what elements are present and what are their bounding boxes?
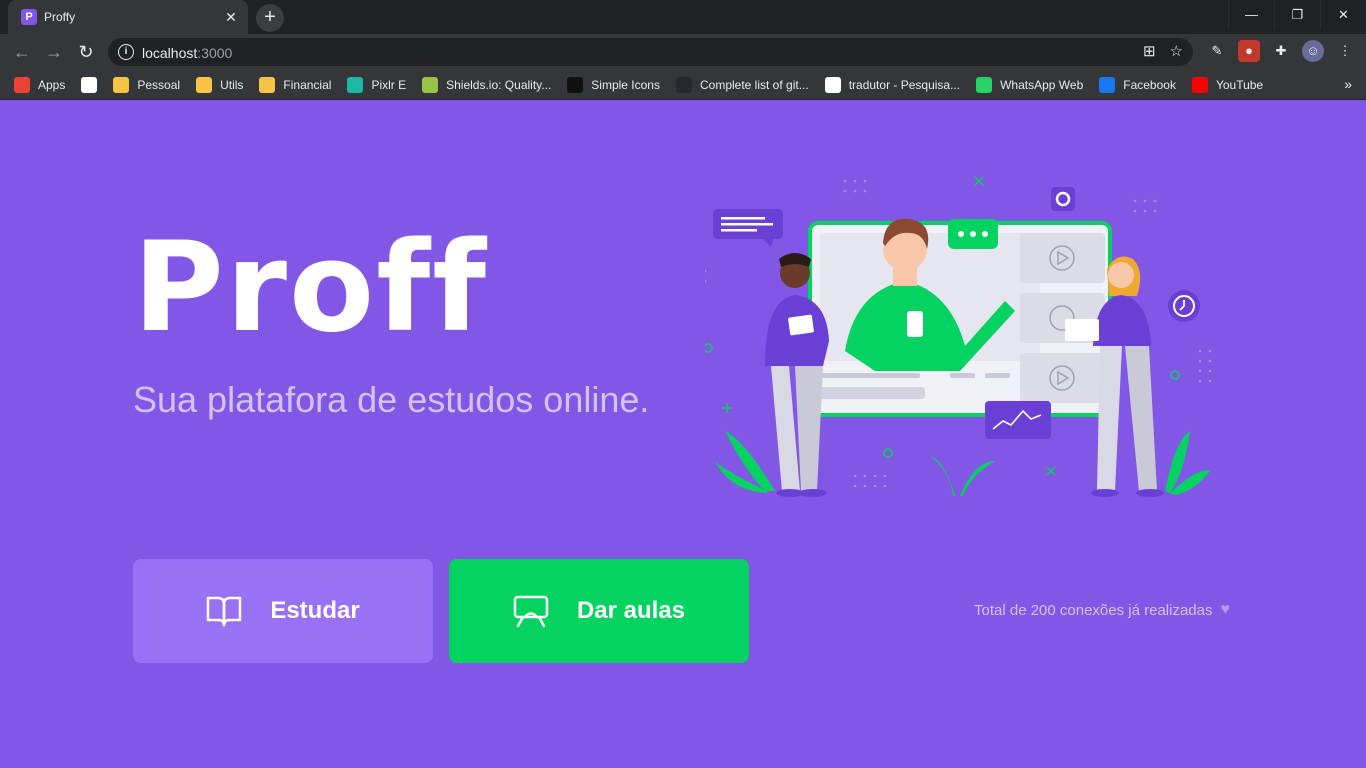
address-url[interactable]: localhost:3000 [142,45,232,61]
bookmark-item[interactable]: Pessoal [113,76,181,93]
bookmark-favicon-icon [824,76,841,93]
forward-arrow-icon[interactable]: → [42,40,66,64]
study-button[interactable]: Estudar [133,559,433,663]
new-tab-button[interactable]: + [256,4,284,32]
bookmarks-overflow-icon[interactable]: » [1344,76,1352,92]
bookmark-item[interactable]: Simple Icons [567,76,660,93]
window-controls: — ❐ ✕ [1228,0,1366,30]
bookmark-star-icon[interactable]: ☆ [1170,42,1183,60]
purple-heart-icon: ♥ [1220,601,1231,618]
extension-pen-icon[interactable]: ✎ [1206,40,1228,62]
bookmark-favicon-icon [422,76,439,93]
bookmark-favicon-icon [1099,76,1116,93]
bookmark-label: Facebook [1123,77,1176,92]
extension-red-icon[interactable]: ● [1238,40,1260,62]
bookmark-favicon-icon [567,76,584,93]
browser-toolbar: ← → ↻ i localhost:3000 ⊞ ☆ ✎ ● ✚ ☺ ⋮ [0,34,1366,70]
bookmark-label: Pixlr E [371,77,407,92]
tab-close-icon[interactable]: ✕ [222,8,240,26]
bookmark-item[interactable]: Utils [196,76,244,93]
bookmarks-bar: Apps Pessoal Utils Financial Pixlr E Shields.… [0,70,1366,100]
proffy-favicon-icon: P [21,9,37,25]
bookmark-label: Pessoal [137,77,181,92]
bookmark-label: Utils [220,77,244,92]
address-bar[interactable]: i localhost:3000 ⊞ ☆ [108,38,1193,66]
bookmark-item[interactable]: Facebook [1099,76,1176,93]
tab-title: Proffy [44,10,76,24]
close-window-button[interactable]: ✕ [1320,0,1366,30]
total-connections: Total de 200 conexões já realizadas ♥ [974,601,1230,619]
teach-button[interactable]: Dar aulas [449,559,749,663]
reload-icon[interactable]: ↻ [74,40,98,64]
bookmark-item[interactable]: tradutor - Pesquisa... [824,76,961,93]
proffy-logo: Proff [133,216,489,360]
bookmark-label: YouTube [1215,77,1264,92]
connections-text: Total de 200 conexões já realizadas [974,601,1213,619]
extensions-puzzle-icon[interactable]: ✚ [1270,40,1292,62]
presentation-board-icon [513,595,549,628]
menu-dots-icon[interactable]: ⋮ [1334,40,1356,62]
bookmark-label: tradutor - Pesquisa... [848,77,961,92]
bookmark-favicon-icon [1191,76,1208,93]
site-info-icon[interactable]: i [118,44,134,60]
bookmark-label: WhatsApp Web [1000,77,1084,92]
bookmark-favicon-icon [113,76,130,93]
bookmark-item[interactable] [81,76,98,93]
bookmark-favicon-icon [675,76,692,93]
bookmark-favicon-icon [976,76,993,93]
bookmark-label: Apps [38,77,66,92]
bookmark-favicon-icon [196,76,213,93]
landing-page: Proff Sua platafora de estudos online. E… [0,101,1366,768]
back-arrow-icon[interactable]: ← [10,40,34,64]
teach-button-label: Dar aulas [576,597,686,624]
profile-avatar[interactable]: ☺ [1302,40,1324,62]
restore-button[interactable]: ❐ [1274,0,1320,30]
browser-tab[interactable]: P Proffy ✕ [8,0,248,34]
bookmark-label: Simple Icons [591,77,660,92]
bookmark-favicon-icon [259,76,276,93]
hero-illustration [705,176,1212,497]
bookmark-item[interactable]: YouTube [1191,76,1264,93]
bookmark-item[interactable]: WhatsApp Web [976,76,1084,93]
bookmark-item[interactable]: Shields.io: Quality... [422,76,552,93]
open-book-icon [207,596,242,627]
tagline: Sua platafora de estudos online. [133,379,650,420]
bookmark-item[interactable]: Financial [259,76,332,93]
study-button-label: Estudar [270,597,360,624]
bookmark-item[interactable]: Pixlr E [347,76,407,93]
bookmark-label: Shields.io: Quality... [446,77,552,92]
bookmark-item[interactable]: Apps [14,76,66,93]
minimize-button[interactable]: — [1228,0,1274,30]
apps-grid-icon [14,76,30,93]
translate-icon[interactable]: ⊞ [1143,42,1156,60]
bookmark-favicon-icon [81,76,98,93]
bookmark-favicon-icon [347,76,364,93]
bookmark-label: Financial [283,77,332,92]
browser-tabstrip: P Proffy ✕ + — ❐ ✕ [0,0,1366,34]
bookmark-item[interactable]: Complete list of git... [675,76,809,93]
bookmark-label: Complete list of git... [699,77,809,92]
